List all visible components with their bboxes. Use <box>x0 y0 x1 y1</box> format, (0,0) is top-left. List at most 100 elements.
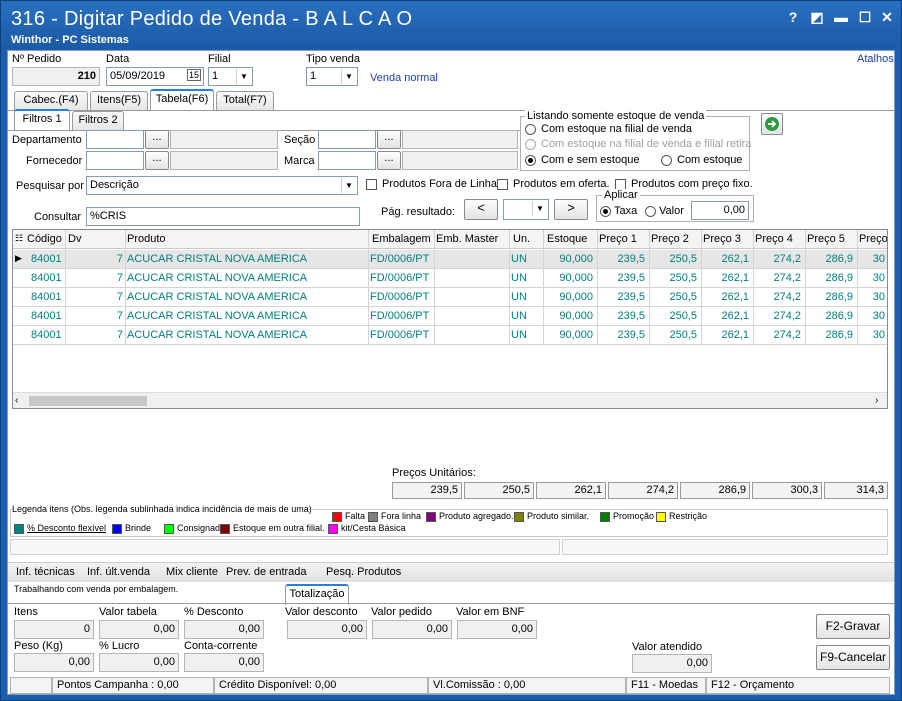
scroll-right-icon[interactable]: › <box>875 395 878 406</box>
pesquisar-select[interactable]: Descrição ▼ <box>86 176 358 195</box>
radio-valor[interactable] <box>645 206 656 217</box>
scroll-thumb[interactable] <box>29 396 147 406</box>
radio-com-sem-estoque[interactable] <box>525 155 536 166</box>
marca-search-button[interactable]: ... <box>377 151 401 170</box>
col-preco-2[interactable]: Preço 2 <box>651 233 689 245</box>
apply-filter-button[interactable] <box>761 113 783 135</box>
col-preco-6[interactable]: Preço <box>859 233 887 245</box>
fornecedor-search-button[interactable]: ... <box>145 151 169 170</box>
pedido-field[interactable]: 210 <box>12 67 100 86</box>
grid-cell: 262,1 <box>721 253 749 265</box>
data-value: 05/09/2019 <box>110 70 166 82</box>
link-inf-tecnicas[interactable]: Inf. técnicas <box>16 566 75 578</box>
page-select[interactable]: ▼ <box>503 199 549 220</box>
departamento-field[interactable] <box>86 130 144 149</box>
secao-field[interactable] <box>318 130 376 149</box>
calendar-icon[interactable]: 15 <box>186 69 201 81</box>
column-divider <box>649 230 650 345</box>
col-preco-3[interactable]: Preço 3 <box>703 233 741 245</box>
grid-cell: 274,2 <box>773 272 801 284</box>
col-preco-1[interactable]: Preço 1 <box>599 233 637 245</box>
radio-estoque-filial-retira-label: Com estoque na filial de venda e filial … <box>541 138 752 150</box>
aplicar-value-input[interactable]: 0,00 <box>691 201 749 220</box>
restore-icon[interactable]: ◩ <box>807 7 827 27</box>
cancelar-button[interactable]: F9-Cancelar <box>816 645 890 670</box>
secao-desc <box>402 130 518 149</box>
departamento-search-button[interactable]: ... <box>145 130 169 149</box>
legend-label: Brinde <box>125 523 152 533</box>
legend-label: Promoção <box>613 511 655 521</box>
grid-cell: UN <box>511 291 527 303</box>
scroll-left-icon[interactable]: ‹ <box>15 395 18 406</box>
col-embalagem[interactable]: Embalagem <box>372 233 431 245</box>
radio-taxa-label: Taxa <box>614 205 638 217</box>
link-mix-cliente[interactable]: Mix cliente <box>166 566 218 578</box>
tab-totalizacao[interactable]: Totalização <box>285 584 349 605</box>
preco-unitario-1: 239,5 <box>392 482 462 499</box>
table-row[interactable]: 84001 7 ACUCAR CRISTAL NOVA AMERICA FD/0006… <box>13 307 887 326</box>
valor-bnf-value: 0,00 <box>457 620 537 639</box>
preco-unitario-6: 300,3 <box>752 482 822 499</box>
close-icon[interactable]: ✕ <box>877 7 897 27</box>
status-f11[interactable]: F11 - Moedas <box>626 677 706 694</box>
tab-filtros-1[interactable]: Filtros 1 <box>14 109 70 130</box>
tab-total[interactable]: Total(F7) <box>216 91 274 110</box>
grid-cell: 286,9 <box>825 253 853 265</box>
col-emb-master[interactable]: Emb. Master <box>436 233 498 245</box>
col-un[interactable]: Un. <box>513 233 530 245</box>
legend-swatch <box>426 512 436 522</box>
tab-cabec[interactable]: Cabec.(F4) <box>14 91 88 110</box>
minimize-icon[interactable]: ▬ <box>831 7 851 27</box>
grid-cell: 84001 <box>31 272 62 284</box>
marca-field[interactable] <box>318 151 376 170</box>
help-icon[interactable]: ? <box>783 7 803 27</box>
table-row[interactable]: ▶ 84001 7 ACUCAR CRISTAL NOVA AMERICA FD/000… <box>13 250 887 269</box>
link-inf-ult-venda[interactable]: Inf. últ.venda <box>87 566 150 578</box>
grid-cell: 7 <box>116 329 123 341</box>
radio-taxa[interactable] <box>600 206 611 217</box>
status-f12[interactable]: F12 - Orçamento <box>706 677 890 694</box>
col-produto[interactable]: Produto <box>127 233 166 245</box>
horizontal-scrollbar[interactable]: ‹ › <box>13 392 887 408</box>
fora-linha-checkbox[interactable] <box>366 179 377 190</box>
maximize-icon[interactable]: ☐ <box>855 7 875 27</box>
radio-com-estoque[interactable] <box>661 155 672 166</box>
filial-select[interactable]: 1 ▼ <box>208 67 253 86</box>
radio-estoque-filial-retira[interactable] <box>525 139 536 150</box>
secao-search-button[interactable]: ... <box>377 130 401 149</box>
tab-itens[interactable]: Itens(F5) <box>90 91 148 110</box>
current-row-indicator: ▶ <box>15 253 22 263</box>
grid-cell: ACUCAR CRISTAL NOVA AMERICA <box>127 310 308 322</box>
table-row[interactable]: 84001 7 ACUCAR CRISTAL NOVA AMERICA FD/0006… <box>13 326 887 345</box>
fornecedor-field[interactable] <box>86 151 144 170</box>
column-divider <box>701 230 702 345</box>
grid-options-icon[interactable]: ☷ <box>15 233 23 244</box>
col-codigo[interactable]: Código <box>27 233 62 245</box>
grid-cell: 262,1 <box>721 310 749 322</box>
grid-cell: 30 <box>872 310 885 322</box>
col-preco-5[interactable]: Preço 5 <box>807 233 845 245</box>
tipo-venda-select[interactable]: 1 ▼ <box>306 67 358 86</box>
tab-filtros-2[interactable]: Filtros 2 <box>72 111 124 130</box>
gravar-button[interactable]: F2-Gravar <box>816 614 890 639</box>
radio-estoque-filial[interactable] <box>525 124 536 135</box>
data-field[interactable]: 05/09/2019 15 <box>106 67 204 86</box>
prev-page-button[interactable]: < <box>464 199 498 220</box>
link-pesq-produtos[interactable]: Pesq. Produtos <box>326 566 401 578</box>
next-page-button[interactable]: > <box>554 199 588 220</box>
col-dv[interactable]: Dv <box>68 233 81 245</box>
tab-tabela[interactable]: Tabela(F6) <box>150 89 214 110</box>
col-preco-4[interactable]: Preço 4 <box>755 233 793 245</box>
chevron-down-icon: ▼ <box>236 69 251 84</box>
consultar-input[interactable]: %CRIS <box>86 207 360 226</box>
atalhos-link[interactable]: Atalhos <box>857 53 894 65</box>
table-row[interactable]: 84001 7 ACUCAR CRISTAL NOVA AMERICA FD/0006… <box>13 288 887 307</box>
col-estoque[interactable]: Estoque <box>547 233 587 245</box>
em-oferta-checkbox[interactable] <box>497 179 508 190</box>
grid-cell: FD/0006/PT <box>370 253 430 265</box>
grid-cell: 239,5 <box>617 253 645 265</box>
legend-swatch <box>514 512 524 522</box>
grid-cell: 84001 <box>31 291 62 303</box>
table-row[interactable]: 84001 7 ACUCAR CRISTAL NOVA AMERICA FD/0006… <box>13 269 887 288</box>
link-prev-entrada[interactable]: Prev. de entrada <box>226 566 307 578</box>
